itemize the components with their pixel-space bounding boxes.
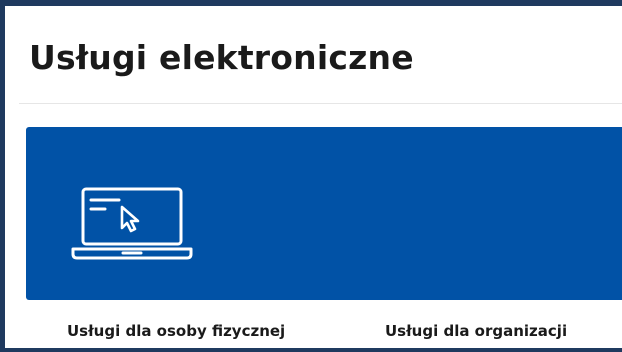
link-individual-services[interactable]: Usługi dla osoby fizycznej (67, 319, 285, 343)
link-organization-services[interactable]: Usługi dla organizacji (385, 319, 567, 343)
laptop-cursor-icon (71, 187, 193, 260)
page-frame: Usługi elektroniczne Usługi dla osoby fi… (0, 0, 622, 352)
title-divider (19, 103, 622, 104)
services-banner[interactable] (26, 127, 622, 300)
page-title: Usługi elektroniczne (29, 38, 414, 77)
